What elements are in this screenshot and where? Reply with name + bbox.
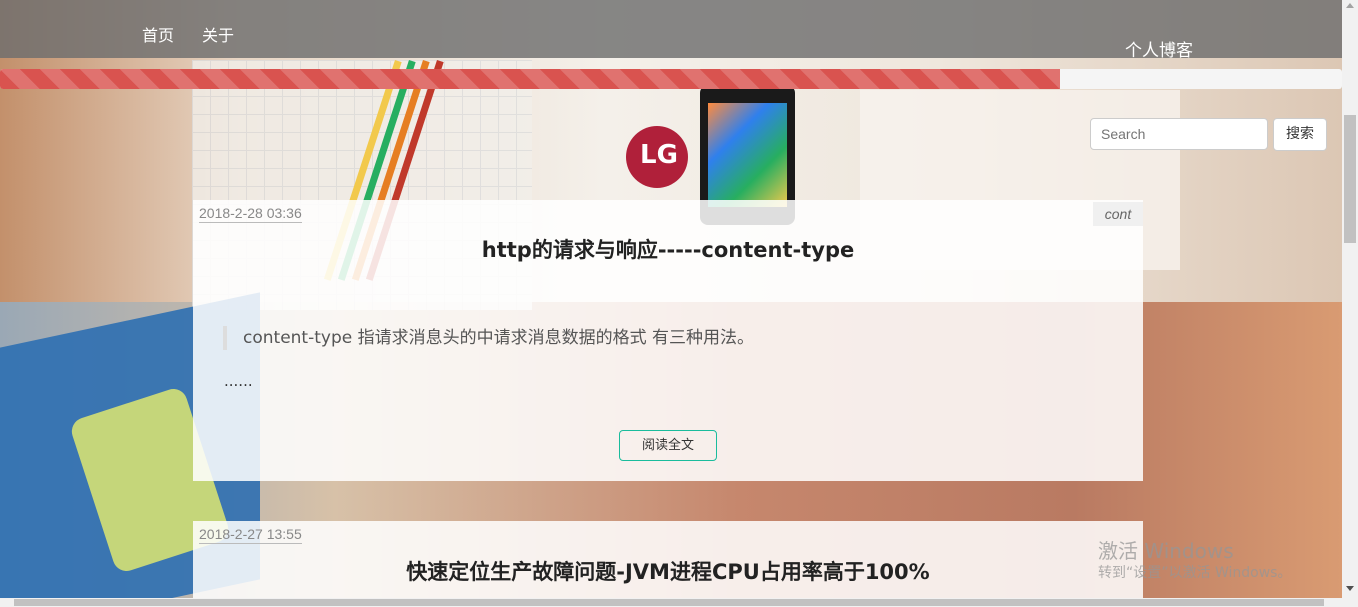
windows-activation-subtitle: 转到“设置”以激活 Windows。 [1098,565,1292,581]
reading-progress-bar [0,69,1061,89]
windows-activation-title: 激活 Windows [1098,539,1234,563]
scroll-down-arrow-icon[interactable] [1346,586,1354,591]
post-ellipsis: ...... [224,372,253,390]
background-lg-logo: LG [626,126,688,188]
post-title[interactable]: 快速定位生产故障问题-JVM进程CPU占用率高于100% [193,556,1143,586]
vertical-scrollbar[interactable] [1342,0,1358,607]
post-tag[interactable]: cont [1093,202,1143,226]
scroll-up-arrow-icon[interactable] [1346,3,1354,8]
post-date: 2018-2-27 13:55 [199,526,302,544]
reading-progress [0,69,1342,89]
post-card: 2018-2-28 03:36 cont http的请求与响应-----cont… [193,200,1143,481]
search-button[interactable]: 搜索 [1273,118,1327,151]
site-brand[interactable]: 个人博客 [1125,36,1193,61]
post-card: 2018-2-27 13:55 快速定位生产故障问题-JVM进程CPU占用率高于… [193,521,1143,607]
post-date: 2018-2-28 03:36 [199,205,302,223]
nav-link-home[interactable]: 首页 [142,22,174,46]
post-summary: content-type 指请求消息头的中请求消息数据的格式 有三种用法。 [223,326,754,350]
post-title[interactable]: http的请求与响应-----content-type [193,234,1143,264]
vertical-scroll-thumb[interactable] [1344,115,1356,243]
nav-link-about[interactable]: 关于 [202,22,234,46]
search-input[interactable] [1090,118,1268,150]
horizontal-scroll-thumb[interactable] [14,599,1324,606]
top-navbar: 首页 关于 个人博客 [0,0,1342,61]
read-more-button[interactable]: 阅读全文 [619,430,717,461]
horizontal-scrollbar[interactable] [0,598,1342,607]
